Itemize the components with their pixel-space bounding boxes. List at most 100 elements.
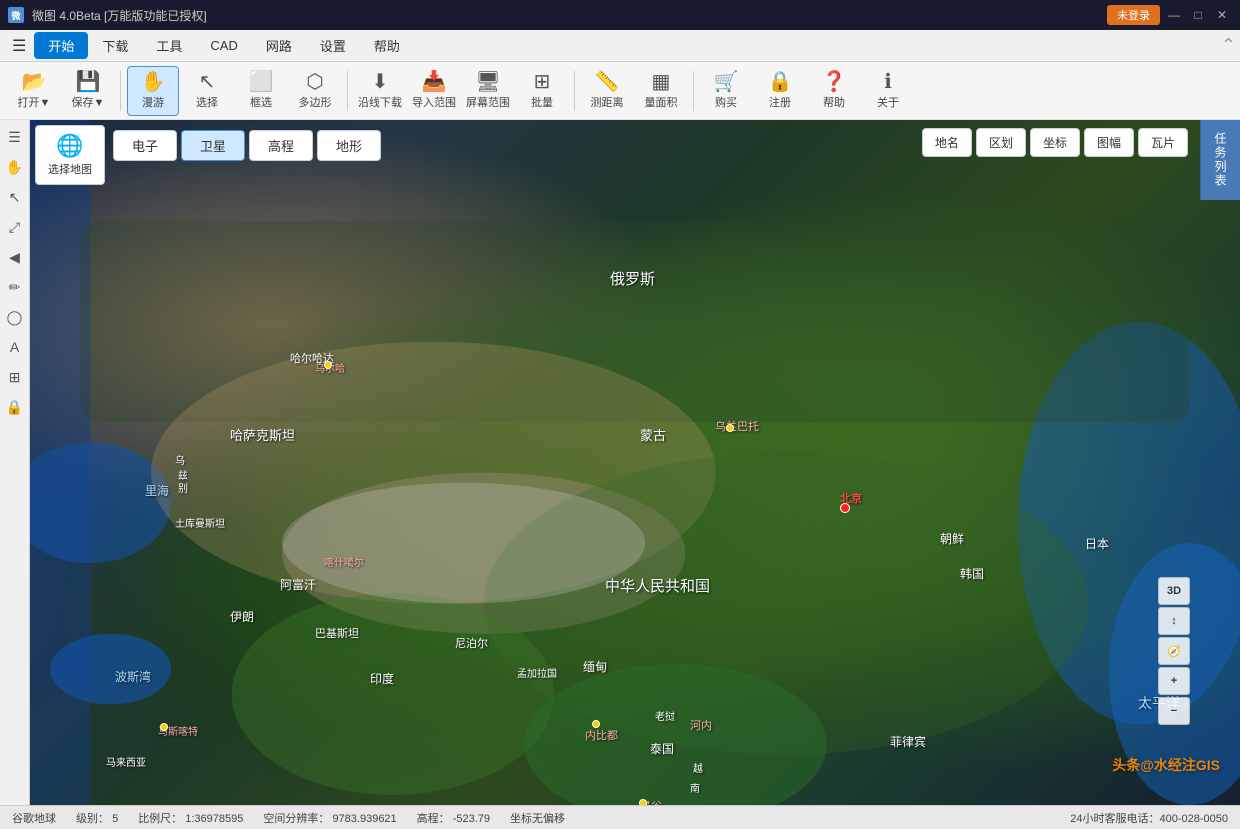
- menu-tools[interactable]: 工具: [142, 32, 196, 59]
- tool-polygon[interactable]: ⬡ 多边形: [289, 66, 341, 116]
- measure-area-icon: ▦: [652, 72, 671, 92]
- select-icon: ↖: [199, 72, 216, 92]
- dot-beijing: [840, 503, 850, 513]
- select-map-button[interactable]: 🌐 选择地图: [35, 125, 105, 185]
- tool-measure-area[interactable]: ▦ 量面积: [635, 66, 687, 116]
- ctrl-zoom-out[interactable]: −: [1158, 697, 1190, 725]
- hotline-text: 24小时客服电话：400-028-0050: [1070, 810, 1228, 826]
- tool-save[interactable]: 💾 保存▼: [62, 66, 114, 116]
- menu-start[interactable]: 开始: [34, 32, 88, 59]
- sidebar-tool-text[interactable]: A: [2, 334, 28, 360]
- separator-1: [120, 71, 121, 111]
- sidebar-tool-pen[interactable]: ✏: [2, 274, 28, 300]
- menubar: ☰ 开始 下载 工具 CAD 网路 设置 帮助 ⌃: [0, 30, 1240, 62]
- dot-novosibirsk: [324, 361, 332, 369]
- tool-measure-dist[interactable]: 📏 测距离: [581, 66, 633, 116]
- sidebar-tool-grid[interactable]: ⊞: [2, 364, 28, 390]
- tool-browse[interactable]: ✋ 漫游: [127, 66, 179, 116]
- titlebar: 微 微图 4.0Beta [万能版功能已授权] 未登录 — □ ✕: [0, 0, 1240, 30]
- map-container[interactable]: 🌐 选择地图 电子 卫星 高程 地形 地名 区划 坐标 图幅 瓦片 任务列表 俄…: [30, 120, 1240, 805]
- batch-label: 批量: [531, 94, 553, 110]
- app-icon: 微: [8, 7, 24, 23]
- buy-icon: 🛒: [714, 72, 739, 92]
- status-coord: 坐标无偏移: [510, 810, 565, 826]
- screen-range-label: 屏幕范围: [466, 94, 510, 110]
- sidebar-tool-arrow[interactable]: ◀: [2, 244, 28, 270]
- hamburger-menu[interactable]: ☰: [4, 34, 34, 58]
- select-label: 选择: [196, 94, 218, 110]
- menu-network[interactable]: 网路: [252, 32, 306, 59]
- close-button[interactable]: ✕: [1212, 5, 1232, 25]
- tab-satellite[interactable]: 卫星: [181, 130, 245, 161]
- task-list-label: 任务列表: [1212, 132, 1229, 188]
- menu-settings[interactable]: 设置: [306, 32, 360, 59]
- help-label: 帮助: [823, 94, 845, 110]
- sidebar-tool-menu[interactable]: ☰: [2, 124, 28, 150]
- buy-label: 购买: [715, 94, 737, 110]
- sidebar-tool-lock[interactable]: 🔒: [2, 394, 28, 420]
- map-background: [30, 120, 1240, 805]
- tab-electronic[interactable]: 电子: [113, 130, 177, 161]
- sidebar-tool-zoom[interactable]: ⤢: [2, 214, 28, 240]
- tool-select[interactable]: ↖ 选择: [181, 66, 233, 116]
- status-source: 谷歌地球: [12, 810, 56, 826]
- measure-area-label: 量面积: [645, 94, 678, 110]
- watermark: 头条@水经注GIS: [1112, 755, 1220, 775]
- select-map-label: 选择地图: [48, 161, 92, 177]
- tab-placename[interactable]: 地名: [922, 128, 972, 157]
- tool-register[interactable]: 🔒 注册: [754, 66, 806, 116]
- menu-cad[interactable]: CAD: [196, 34, 251, 57]
- title-right: 未登录 — □ ✕: [1107, 5, 1232, 25]
- tool-help[interactable]: ❓ 帮助: [808, 66, 860, 116]
- menu-download[interactable]: 下载: [88, 32, 142, 59]
- tool-about[interactable]: ℹ 关于: [862, 66, 914, 116]
- ctrl-3d[interactable]: 3D: [1158, 577, 1190, 605]
- menu-help[interactable]: 帮助: [360, 32, 414, 59]
- tab-elevation[interactable]: 高程: [249, 130, 313, 161]
- tool-import-range[interactable]: 📥 导入范围: [408, 66, 460, 116]
- statusbar: 谷歌地球 级别： 5 比例尺： 1:36978595 空间分辨率： 9783.9…: [0, 805, 1240, 829]
- ctrl-zoom-in[interactable]: +: [1158, 667, 1190, 695]
- frame-icon: ⬜: [249, 72, 274, 92]
- minimize-button[interactable]: —: [1164, 5, 1184, 25]
- tool-open[interactable]: 📂 打开▼: [8, 66, 60, 116]
- status-elevation: 高程： -523.79: [417, 810, 490, 826]
- help-icon: ❓: [822, 72, 847, 92]
- tool-batch[interactable]: ⊞ 批量: [516, 66, 568, 116]
- map-3d-controls: 3D ↕ 🧭 + −: [1158, 577, 1190, 725]
- tab-terrain[interactable]: 地形: [317, 130, 381, 161]
- tab-coord[interactable]: 坐标: [1030, 128, 1080, 157]
- map-top-left: 🌐 选择地图 电子 卫星 高程 地形: [30, 120, 386, 190]
- tab-sheet[interactable]: 图幅: [1084, 128, 1134, 157]
- frame-label: 框选: [250, 94, 272, 110]
- map-type-tabs: 电子 卫星 高程 地形: [113, 130, 381, 161]
- maximize-button[interactable]: □: [1188, 5, 1208, 25]
- tool-screen-range[interactable]: 🖥 屏幕范围: [462, 66, 514, 116]
- tool-frame[interactable]: ⬜ 框选: [235, 66, 287, 116]
- login-button[interactable]: 未登录: [1107, 5, 1160, 25]
- ctrl-tilt[interactable]: ↕: [1158, 607, 1190, 635]
- ctrl-compass[interactable]: 🧭: [1158, 637, 1190, 665]
- left-sidebar: ☰ ✋ ↖ ⤢ ◀ ✏ ◯ A ⊞ 🔒: [0, 120, 30, 805]
- tool-buy[interactable]: 🛒 购买: [700, 66, 752, 116]
- separator-4: [693, 71, 694, 111]
- dot-bangkok: [639, 799, 647, 805]
- menu-collapse-icon[interactable]: ⌃: [1221, 35, 1236, 56]
- polygon-icon: ⬡: [306, 72, 323, 92]
- measure-dist-label: 测距离: [591, 94, 624, 110]
- sidebar-tool-circle[interactable]: ◯: [2, 304, 28, 330]
- task-list-button[interactable]: 任务列表: [1200, 120, 1240, 200]
- separator-2: [347, 71, 348, 111]
- tab-tile[interactable]: 瓦片: [1138, 128, 1188, 157]
- sidebar-tool-hand[interactable]: ✋: [2, 154, 28, 180]
- save-label: 保存▼: [72, 94, 105, 110]
- sidebar-tool-select[interactable]: ↖: [2, 184, 28, 210]
- polygon-label: 多边形: [299, 94, 332, 110]
- watermark-text: 头条@水经注GIS: [1112, 757, 1220, 773]
- tab-boundary[interactable]: 区划: [976, 128, 1026, 157]
- import-range-icon: 📥: [422, 72, 447, 92]
- open-icon: 📂: [22, 72, 47, 92]
- screen-range-icon: 🖥: [475, 72, 500, 92]
- register-icon: 🔒: [768, 72, 793, 92]
- tool-download-line[interactable]: ⬇ 沿线下载: [354, 66, 406, 116]
